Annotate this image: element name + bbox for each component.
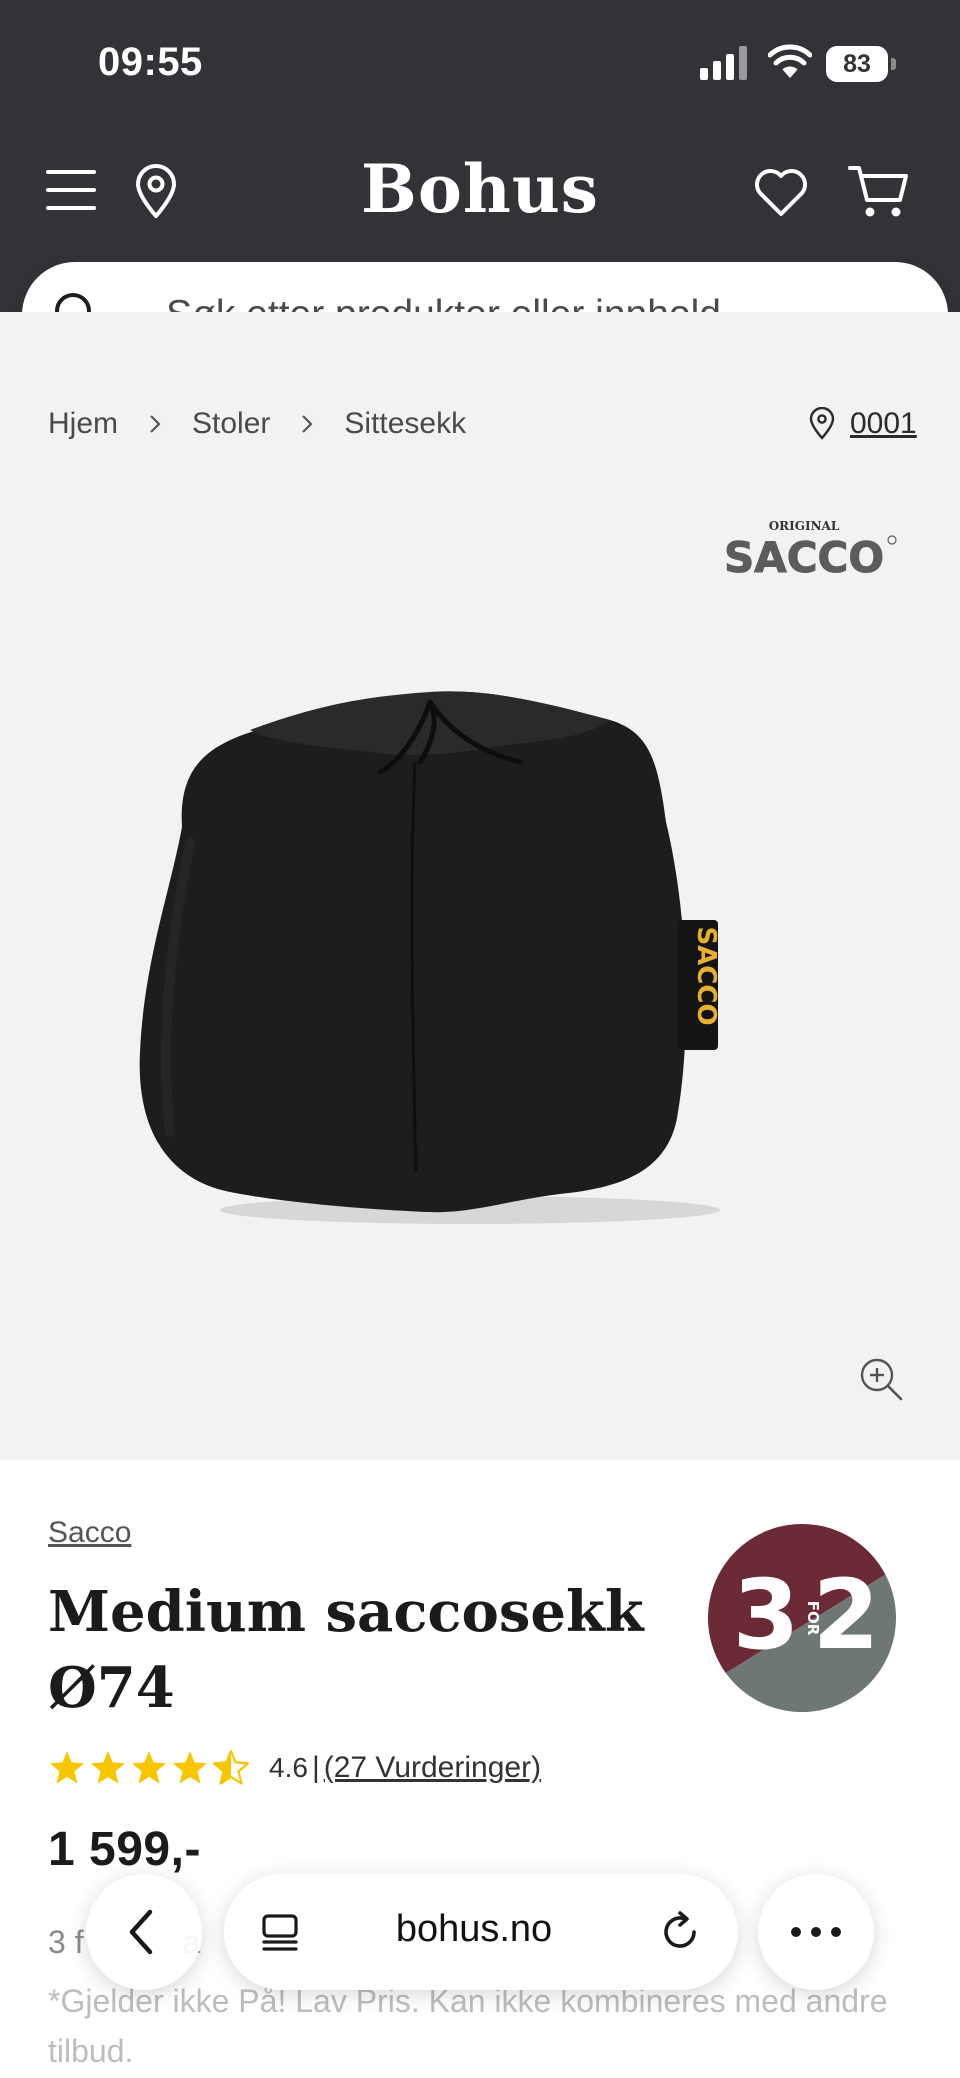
status-bar: 09:55 83 xyxy=(0,0,960,130)
browser-url[interactable]: bohus.no xyxy=(324,1908,624,1951)
location-pin-icon xyxy=(809,407,835,440)
location-icon[interactable] xyxy=(132,164,180,220)
star-full-icon xyxy=(91,1751,125,1784)
star-half-icon xyxy=(212,1749,250,1785)
reviews-link[interactable]: (27 Vurderinger) xyxy=(324,1751,541,1785)
chevron-right-icon xyxy=(302,415,313,433)
rating-separator: | xyxy=(311,1751,320,1784)
browser-back-button[interactable] xyxy=(86,1874,202,1990)
signal-icon xyxy=(700,46,747,80)
zoom-icon[interactable] xyxy=(858,1356,904,1402)
breadcrumb-home[interactable]: Hjem xyxy=(48,407,118,441)
cart-icon[interactable] xyxy=(848,162,910,220)
chevron-right-icon xyxy=(150,415,161,433)
store-number[interactable]: 0001 xyxy=(850,407,917,441)
battery-icon: 83 xyxy=(826,46,896,82)
star-full-icon xyxy=(50,1751,84,1784)
heart-icon[interactable] xyxy=(752,164,810,220)
browser-address-bar[interactable]: bohus.no xyxy=(224,1874,738,1990)
breadcrumb: Hjem Stoler Sittesekk xyxy=(48,404,466,444)
svg-text:ORIGINAL: ORIGINAL xyxy=(769,519,840,533)
rating-value: 4.6 xyxy=(269,1752,308,1783)
product-image[interactable]: SACCO xyxy=(130,612,830,1252)
tag-brand: SACCO xyxy=(691,926,721,1025)
breadcrumb-beanbags[interactable]: Sittesekk xyxy=(344,407,466,441)
store-selector[interactable]: 0001 xyxy=(808,404,917,444)
menu-icon[interactable] xyxy=(46,170,98,216)
nav-bar: Bohus xyxy=(0,140,960,250)
star-rating xyxy=(48,1749,253,1787)
product-price: 1 599,- xyxy=(48,1823,201,1876)
wifi-icon xyxy=(768,44,812,78)
back-icon xyxy=(129,1909,153,1955)
star-full-icon xyxy=(132,1751,166,1784)
status-time: 09:55 xyxy=(98,40,203,84)
product-gallery: Hjem Stoler Sittesekk 0001 ORIGINAL SACC… xyxy=(0,312,960,1460)
more-icon xyxy=(791,1927,841,1937)
offer-text-start: 3 f xyxy=(48,1924,84,1960)
star-full-icon xyxy=(173,1751,207,1784)
svg-text:2: 2 xyxy=(813,1559,880,1671)
product-title-line2: Ø74 xyxy=(48,1655,175,1721)
sacco-brand-logo: ORIGINAL SACCO xyxy=(723,519,897,583)
brand-logo[interactable]: Bohus xyxy=(280,150,680,228)
battery-level: 83 xyxy=(843,50,871,78)
brand-link[interactable]: Sacco xyxy=(48,1516,131,1550)
browser-more-button[interactable] xyxy=(758,1874,874,1990)
tabs-icon[interactable] xyxy=(260,1912,300,1954)
product-title-line1: Medium saccosekk xyxy=(48,1579,644,1645)
svg-text:SACCO: SACCO xyxy=(724,533,884,582)
svg-text:3: 3 xyxy=(733,1559,800,1671)
breadcrumb-chairs[interactable]: Stoler xyxy=(192,407,270,441)
product-title: Medium saccosekk Ø74 xyxy=(48,1574,668,1726)
reload-icon[interactable] xyxy=(658,1910,702,1954)
rating-row: 4.6 | (27 Vurderinger) xyxy=(48,1746,541,1790)
promo-badge-3-for-2: 3 FOR 2 xyxy=(708,1524,896,1712)
offer-disclaimer: *Gjelder ikke På! Lav Pris. Kan ikke kom… xyxy=(48,1983,888,2069)
